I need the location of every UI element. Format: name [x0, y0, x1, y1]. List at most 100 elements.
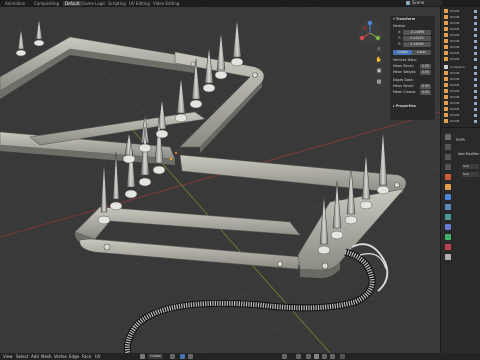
- list-item[interactable]: ROOM: [441, 107, 480, 112]
- wireframe-shading-icon[interactable]: [306, 354, 311, 359]
- subdivision-field[interactable]: Sub: [462, 164, 479, 169]
- zoom-icon[interactable]: ⌕: [375, 45, 383, 53]
- rendered-shading-icon[interactable]: [330, 354, 335, 359]
- solid-shading-icon[interactable]: [314, 354, 319, 359]
- tab-animation[interactable]: Animation: [3, 1, 27, 6]
- list-item[interactable]: ROOM: [441, 39, 480, 44]
- visibility-icon[interactable]: [474, 52, 477, 55]
- visibility-icon[interactable]: [474, 34, 477, 37]
- visibility-icon[interactable]: [474, 22, 477, 25]
- menu-mesh[interactable]: Mesh: [41, 354, 52, 359]
- xray-icon[interactable]: [296, 354, 301, 359]
- visibility-icon[interactable]: [474, 72, 477, 75]
- tab-game-logic[interactable]: Game Logic: [80, 1, 108, 6]
- constraints-tab-icon[interactable]: [445, 224, 451, 230]
- mean-crease-field[interactable]: 0.00: [420, 90, 431, 95]
- list-item[interactable]: ROOM: [441, 119, 480, 124]
- middle-spike-strip[interactable]: [0, 111, 206, 165]
- list-item[interactable]: ROOM: [441, 71, 480, 76]
- render-tab-icon[interactable]: [445, 144, 451, 150]
- visibility-icon[interactable]: [474, 58, 477, 61]
- material-shading-icon[interactable]: [322, 354, 327, 359]
- tab-scripting[interactable]: Scripting: [106, 1, 128, 6]
- orientation-dropdown[interactable]: Global: [148, 354, 164, 359]
- tab-video-editing[interactable]: Video Editing: [151, 1, 181, 6]
- menu-edge[interactable]: Edge: [69, 354, 79, 359]
- camera-icon[interactable]: ▣: [375, 67, 383, 75]
- visibility-icon[interactable]: [474, 10, 477, 13]
- visibility-icon[interactable]: [474, 40, 477, 43]
- subdivision-value[interactable]: Sub: [462, 172, 479, 177]
- y-field[interactable]: 0.44120: [403, 36, 431, 41]
- list-item[interactable]: ROOM: [441, 21, 480, 26]
- visibility-icon[interactable]: [474, 90, 477, 93]
- visibility-icon[interactable]: [474, 78, 477, 81]
- z-field[interactable]: 0.18008: [403, 42, 431, 47]
- transform-header[interactable]: ▾ Transform: [393, 17, 415, 22]
- list-item[interactable]: ROOM: [441, 95, 480, 100]
- list-item[interactable]: ROOM: [441, 51, 480, 56]
- menu-select[interactable]: Select: [16, 354, 28, 359]
- 3d-viewport[interactable]: ⌕ ✋ ▣ ▦ ▾ Transform Median: X: -0.14896 …: [0, 7, 440, 353]
- visibility-icon[interactable]: [474, 114, 477, 117]
- overlay-icon[interactable]: [282, 354, 287, 359]
- visibility-icon[interactable]: [474, 46, 477, 49]
- menu-vertex[interactable]: Vertex: [54, 354, 67, 359]
- data-tab-icon[interactable]: [445, 234, 451, 240]
- visibility-icon[interactable]: [474, 84, 477, 87]
- grid-icon[interactable]: ▦: [375, 78, 383, 86]
- proportional-icon[interactable]: [188, 354, 193, 359]
- modifier-tab-icon[interactable]: [445, 194, 451, 200]
- pivot-icon[interactable]: [170, 354, 175, 359]
- add-modifier-button[interactable]: Add Modifier: [458, 152, 479, 157]
- tab-default[interactable]: Default: [63, 1, 82, 6]
- properties-header[interactable]: ▸ Properties: [393, 104, 416, 109]
- list-item[interactable]: ROOM: [441, 9, 480, 14]
- mean-bevel-field[interactable]: 0.00: [420, 64, 431, 69]
- local-toggle[interactable]: Local: [412, 50, 431, 55]
- orientation-icon[interactable]: [140, 354, 145, 359]
- shading-options-icon[interactable]: [340, 354, 345, 359]
- collection-item[interactable]: Collection: [441, 65, 480, 70]
- global-toggle[interactable]: Global: [393, 50, 412, 55]
- list-item[interactable]: ROOM: [441, 89, 480, 94]
- upper-spike-strip[interactable]: [0, 36, 196, 99]
- menu-face[interactable]: Face: [82, 354, 91, 359]
- viewport-scene[interactable]: [0, 7, 440, 353]
- output-tab-icon[interactable]: [445, 154, 451, 160]
- list-item[interactable]: ROOM: [441, 27, 480, 32]
- list-item[interactable]: ROOM: [441, 77, 480, 82]
- hand-icon[interactable]: ✋: [375, 56, 383, 64]
- x-field[interactable]: -0.14896: [403, 30, 431, 35]
- visibility-icon[interactable]: [474, 66, 477, 69]
- list-item[interactable]: ROOM: [441, 113, 480, 118]
- scene-tab-icon[interactable]: [445, 164, 451, 170]
- visibility-icon[interactable]: [474, 16, 477, 19]
- mean-weight-field[interactable]: 0.00: [420, 70, 431, 75]
- menu-view[interactable]: View: [3, 354, 13, 359]
- list-item[interactable]: ROOM: [441, 15, 480, 20]
- menu-add[interactable]: Add: [31, 354, 39, 359]
- menu-uv[interactable]: UV: [95, 354, 101, 359]
- scene-selector[interactable]: Scene: [406, 0, 442, 6]
- tool-tab-icon[interactable]: [445, 134, 451, 140]
- world-tab-icon[interactable]: [445, 174, 451, 180]
- visibility-icon[interactable]: [474, 102, 477, 105]
- navigation-gizmo[interactable]: [357, 20, 383, 46]
- particles-tab-icon[interactable]: [445, 204, 451, 210]
- object-tab-icon[interactable]: [445, 184, 451, 190]
- visibility-icon[interactable]: [474, 108, 477, 111]
- visibility-icon[interactable]: [474, 96, 477, 99]
- material-tab-icon[interactable]: [445, 244, 451, 250]
- tab-uv-editing[interactable]: UV Editing: [127, 1, 152, 6]
- edge-mean-bevel-field[interactable]: 0.00: [420, 84, 431, 89]
- list-item[interactable]: ROOM: [441, 101, 480, 106]
- list-item[interactable]: ROOM: [441, 83, 480, 88]
- physics-tab-icon[interactable]: [445, 214, 451, 220]
- visibility-icon[interactable]: [474, 28, 477, 31]
- texture-tab-icon[interactable]: [445, 254, 451, 260]
- visibility-icon[interactable]: [474, 120, 477, 123]
- tab-compositing[interactable]: Compositing: [32, 1, 61, 6]
- snap-icon[interactable]: [180, 354, 185, 359]
- list-item[interactable]: ROOM: [441, 33, 480, 38]
